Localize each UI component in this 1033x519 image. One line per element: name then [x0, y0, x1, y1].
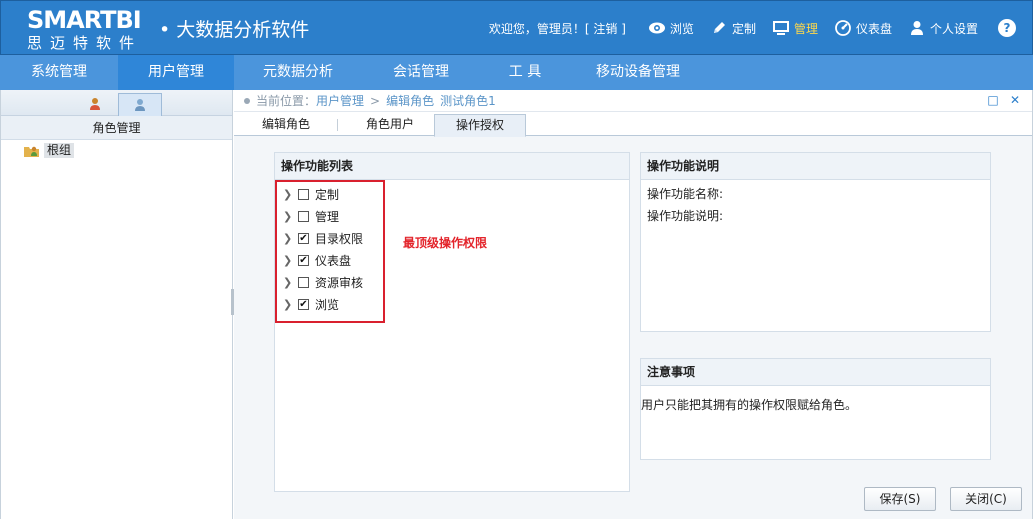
pencil-icon	[713, 22, 725, 33]
nav-tools[interactable]: 工 具	[480, 55, 570, 90]
function-description-panel: 操作功能说明 操作功能名称: 操作功能说明:	[640, 152, 991, 332]
browse-link-label: 浏览	[669, 21, 694, 36]
breadcrumb-bullet	[244, 97, 250, 104]
gauge-icon	[835, 20, 851, 36]
app-title: • 大数据分析软件	[159, 19, 310, 41]
user-tab-icon	[90, 98, 100, 110]
left-panel-title: 角色管理	[1, 116, 232, 140]
breadcrumb-edit-role: 编辑角色	[386, 93, 435, 108]
function-label: 定制	[315, 187, 340, 202]
breadcrumb-label: 当前位置：	[256, 93, 317, 108]
folder-icon	[24, 146, 39, 157]
dashboard-link-label: 仪表盘	[855, 21, 892, 36]
function-item-manage[interactable]: ❯ 管理	[283, 205, 363, 227]
user-tab[interactable]	[73, 93, 117, 116]
logo-subtitle: 思迈特软件	[27, 34, 143, 52]
checkbox-dashboard[interactable]	[298, 254, 309, 266]
personal-settings-link[interactable]: 个人设置	[908, 20, 978, 37]
role-tree: 根组	[1, 140, 232, 158]
chevron-right-icon[interactable]: ❯	[283, 188, 295, 201]
main-nav: 系统管理 用户管理 元数据分析 会话管理 工 具 移动设备管理	[0, 55, 1033, 90]
header-toolbar: 欢迎您，管理员！[ 注销 ] 浏览 定制 管理 仪表盘 个人设置 ?	[489, 19, 1016, 37]
role-tab[interactable]	[118, 93, 162, 116]
breadcrumb-user-management[interactable]: 用户管理	[316, 90, 364, 112]
function-label: 资源审核	[315, 275, 364, 290]
manage-link[interactable]: 管理	[772, 20, 818, 37]
chevron-right-icon[interactable]: ❯	[283, 210, 295, 223]
app-header: SMARTBI 思迈特软件 • 大数据分析软件 欢迎您，管理员！[ 注销 ] 浏…	[0, 0, 1033, 55]
function-name-label: 操作功能名称:	[647, 187, 724, 201]
notes-title: 注意事项	[641, 359, 990, 386]
notes-panel: 注意事项 用户只能把其拥有的操作权限赋给角色。	[640, 358, 991, 460]
function-item-customize[interactable]: ❯ 定制	[283, 183, 363, 205]
function-item-browse[interactable]: ❯ 浏览	[283, 293, 363, 315]
personal-settings-label: 个人设置	[929, 21, 978, 36]
tab-bar: 编辑角色 角色用户 操作授权	[234, 112, 1032, 137]
chevron-right-icon[interactable]: ❯	[283, 254, 295, 267]
checkbox-resource-audit[interactable]	[298, 276, 309, 288]
user-icon	[910, 21, 923, 35]
function-list-panel: 操作功能列表 ❯ 定制 ❯ 管理 ❯ 目录权限 ❯ 仪表盘	[274, 152, 630, 492]
checkbox-manage[interactable]	[298, 210, 309, 222]
checkbox-browse[interactable]	[298, 298, 309, 310]
close-button[interactable]: 关闭(C)	[950, 487, 1022, 511]
monitor-icon	[772, 21, 789, 35]
window-controls: □ ✕	[978, 93, 1022, 107]
help-icon[interactable]: ?	[998, 19, 1016, 37]
tree-root-node[interactable]: 根组	[23, 143, 232, 158]
nav-metadata-analysis[interactable]: 元数据分析	[234, 55, 362, 90]
left-tabs	[1, 90, 232, 116]
save-button[interactable]: 保存(S)	[864, 487, 936, 511]
customize-link-label: 定制	[731, 21, 756, 36]
notes-text: 用户只能把其拥有的操作权限赋给角色。	[641, 398, 858, 412]
left-panel: 角色管理 根组	[0, 90, 233, 519]
checkbox-catalog-permission[interactable]	[298, 232, 309, 244]
maximize-icon[interactable]: □	[986, 93, 1000, 107]
tab-edit-role[interactable]: 编辑角色	[248, 114, 324, 136]
main-content: 当前位置： 用户管理 > 编辑角色 测试角色1 □ ✕ 编辑角色 角色用户 操作…	[234, 90, 1033, 519]
nav-session-management[interactable]: 会话管理	[362, 55, 480, 90]
checkbox-customize[interactable]	[298, 188, 309, 200]
welcome-logout-link[interactable]: 欢迎您，管理员！[ 注销 ]	[489, 20, 626, 37]
role-tab-icon	[135, 99, 145, 111]
function-desc-label: 操作功能说明:	[647, 209, 724, 223]
function-label: 浏览	[315, 297, 340, 312]
chevron-right-icon[interactable]: ❯	[283, 232, 295, 245]
nav-user-management[interactable]: 用户管理	[118, 55, 234, 90]
logo: SMARTBI 思迈特软件	[27, 7, 142, 52]
tree-root-label: 根组	[44, 143, 75, 158]
breadcrumb-separator: >	[370, 93, 381, 108]
function-tree: ❯ 定制 ❯ 管理 ❯ 目录权限 ❯ 仪表盘 ❯ 资源	[283, 183, 363, 315]
tab-role-users[interactable]: 角色用户	[352, 114, 428, 136]
customize-link[interactable]: 定制	[710, 20, 756, 37]
function-description-title: 操作功能说明	[641, 153, 990, 180]
logo-brand: SMARTBI	[27, 6, 142, 34]
function-item-catalog-permission[interactable]: ❯ 目录权限	[283, 227, 363, 249]
function-item-dashboard[interactable]: ❯ 仪表盘	[283, 249, 363, 271]
tab-operation-authorization[interactable]: 操作授权	[434, 114, 526, 137]
close-icon[interactable]: ✕	[1008, 93, 1022, 107]
browse-link[interactable]: 浏览	[648, 20, 694, 37]
manage-link-label: 管理	[793, 21, 818, 36]
chevron-right-icon[interactable]: ❯	[283, 276, 295, 289]
chevron-right-icon[interactable]: ❯	[283, 298, 295, 311]
function-label: 目录权限	[315, 231, 364, 246]
nav-mobile-device-management[interactable]: 移动设备管理	[570, 55, 706, 90]
dashboard-link[interactable]: 仪表盘	[834, 20, 892, 37]
breadcrumb-role-name: 测试角色1	[440, 93, 496, 108]
nav-system-management[interactable]: 系统管理	[0, 55, 118, 90]
annotation-text: 最顶级操作权限	[403, 236, 488, 250]
function-list-title: 操作功能列表	[275, 153, 629, 180]
eye-icon	[648, 22, 665, 34]
breadcrumb: 当前位置： 用户管理 > 编辑角色 测试角色1	[234, 90, 1032, 112]
function-label: 管理	[315, 209, 340, 224]
function-item-resource-audit[interactable]: ❯ 资源审核	[283, 271, 363, 293]
function-label: 仪表盘	[315, 253, 352, 268]
